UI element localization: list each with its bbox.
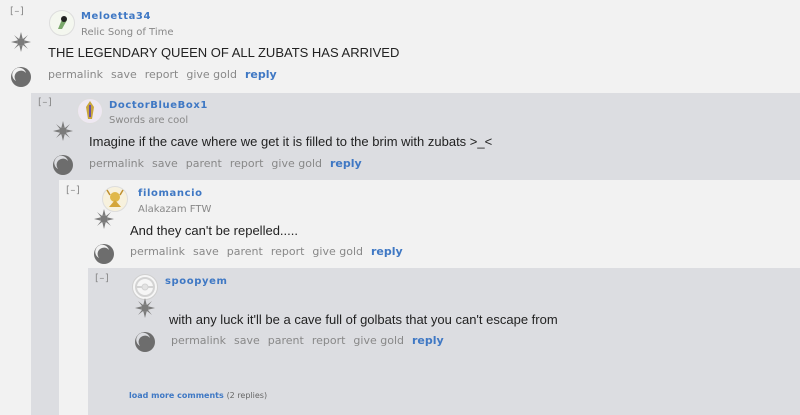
permalink-link[interactable]: permalink — [171, 334, 226, 347]
upvote-icon[interactable] — [93, 208, 115, 230]
aegislash-avatar-icon — [86, 101, 94, 119]
reply-count: (2 replies) — [226, 391, 268, 400]
upvote-icon[interactable] — [10, 31, 32, 53]
user-flair: Alakazam FTW — [138, 204, 212, 215]
give-gold-link[interactable]: give gold — [186, 68, 237, 81]
load-more-comments: load more comments (2 replies) — [129, 391, 267, 400]
report-link[interactable]: report — [271, 245, 305, 258]
user-flair: Relic Song of Time — [81, 27, 174, 38]
downvote-icon[interactable] — [93, 243, 115, 265]
parent-link[interactable]: parent — [227, 245, 263, 258]
reply-link[interactable]: reply — [330, 157, 362, 170]
give-gold-link[interactable]: give gold — [312, 245, 363, 258]
collapse-toggle[interactable]: [–] — [38, 97, 52, 108]
username[interactable]: Meloetta34 — [81, 11, 151, 22]
reply-link[interactable]: reply — [412, 334, 444, 347]
collapse-toggle[interactable]: [–] — [95, 273, 109, 284]
save-link[interactable]: save — [234, 334, 260, 347]
username[interactable]: spoopyem — [165, 276, 228, 287]
report-link[interactable]: report — [145, 68, 179, 81]
avatar[interactable] — [77, 98, 103, 124]
permalink-link[interactable]: permalink — [89, 157, 144, 170]
permalink-link[interactable]: permalink — [48, 68, 103, 81]
give-gold-link[interactable]: give gold — [271, 157, 322, 170]
meloetta-avatar-icon — [58, 16, 67, 29]
comment-body: And they can't be repelled..... — [130, 223, 298, 238]
comment-body: with any luck it'll be a cave full of go… — [169, 312, 558, 327]
user-flair: Swords are cool — [109, 115, 189, 126]
username[interactable]: DoctorBlueBox1 — [109, 100, 208, 111]
report-link[interactable]: report — [312, 334, 346, 347]
collapse-toggle[interactable]: [–] — [66, 185, 80, 196]
report-link[interactable]: report — [230, 157, 264, 170]
comment-actions: permalink save parent report give gold reply — [171, 334, 452, 347]
permalink-link[interactable]: permalink — [130, 245, 185, 258]
upvote-icon[interactable] — [52, 120, 74, 142]
load-more-link[interactable]: load more comments — [129, 391, 224, 400]
downvote-icon[interactable] — [10, 66, 32, 88]
default-avatar-icon — [135, 277, 155, 297]
parent-link[interactable]: parent — [186, 157, 222, 170]
collapse-toggle[interactable]: [–] — [10, 6, 24, 17]
comment-actions: permalink save parent report give gold reply — [89, 157, 370, 170]
comment-actions: permalink save report give gold reply — [48, 68, 285, 81]
downvote-icon[interactable] — [134, 331, 156, 353]
reply-link[interactable]: reply — [245, 68, 277, 81]
give-gold-link[interactable]: give gold — [353, 334, 404, 347]
upvote-icon[interactable] — [134, 297, 156, 319]
save-link[interactable]: save — [152, 157, 178, 170]
comment-body: THE LEGENDARY QUEEN OF ALL ZUBATS HAS AR… — [48, 45, 400, 60]
comment-actions: permalink save parent report give gold reply — [130, 245, 411, 258]
reply-link[interactable]: reply — [371, 245, 403, 258]
downvote-icon[interactable] — [52, 154, 74, 176]
username[interactable]: filomancio — [138, 188, 203, 199]
save-link[interactable]: save — [111, 68, 137, 81]
save-link[interactable]: save — [193, 245, 219, 258]
avatar[interactable] — [49, 10, 75, 36]
parent-link[interactable]: parent — [268, 334, 304, 347]
comment-body: Imagine if the cave where we get it is f… — [89, 134, 493, 149]
